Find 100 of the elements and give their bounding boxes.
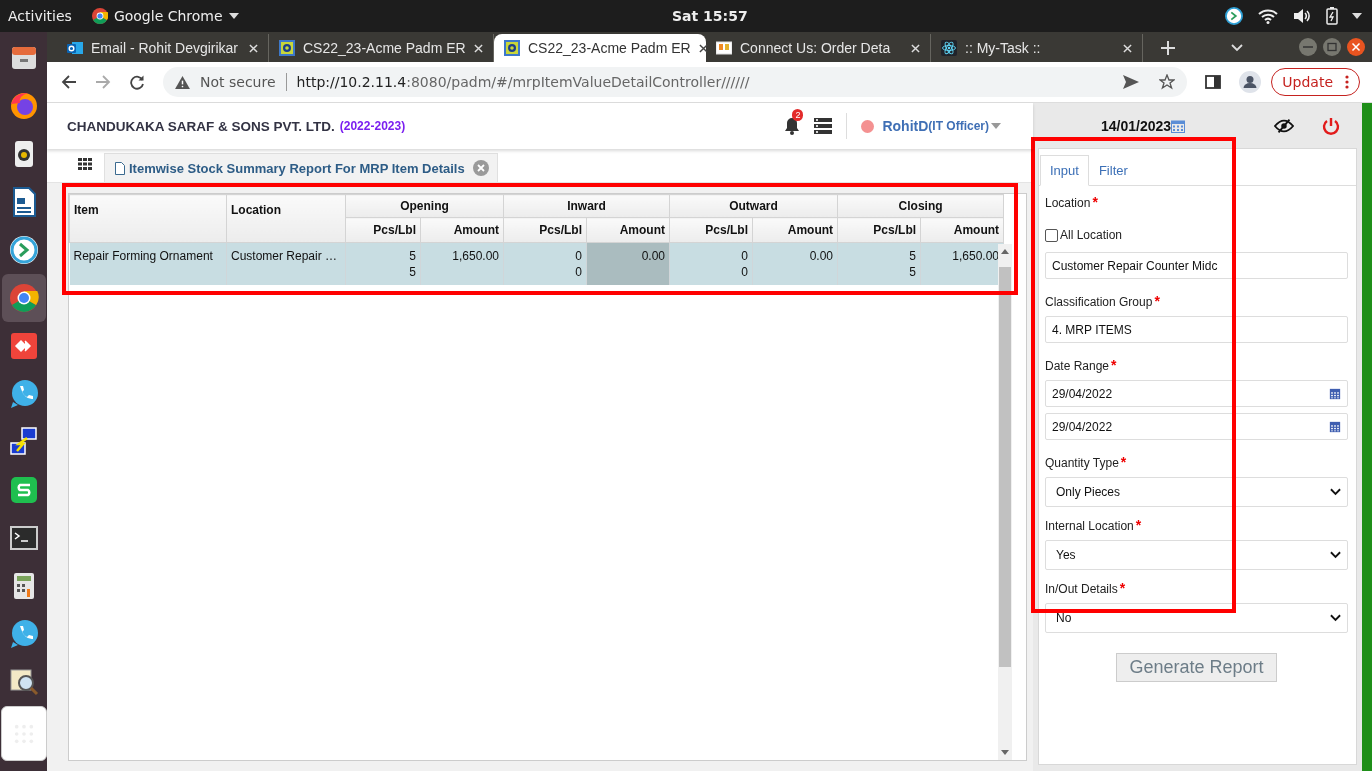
table-cell: 1,650.00	[420, 242, 504, 285]
url-text: http://10.2.11.4:8080/padm/#/mrpItemValueDetailController//////	[296, 74, 751, 90]
table-cell: 0.00	[586, 242, 670, 285]
checkbox[interactable]	[1045, 228, 1058, 242]
minimize-icon[interactable]	[1298, 37, 1318, 57]
battery-icon[interactable]	[1326, 7, 1338, 25]
table-cell: 5 5	[345, 242, 421, 285]
field-label: Classification Group	[1045, 295, 1153, 309]
gear-icon	[504, 40, 520, 56]
generate-report-button[interactable]: Generate Report	[1116, 653, 1277, 682]
column-header[interactable]: Pcs/Lbl	[669, 217, 753, 243]
column-header[interactable]: Pcs/Lbl	[837, 217, 921, 243]
required-mark: *	[1119, 580, 1126, 596]
column-group-header: Opening	[345, 194, 504, 218]
app-menu[interactable]: Google Chrome	[91, 8, 239, 24]
input-field[interactable]: Customer Repair Counter Midc	[1045, 252, 1348, 279]
calendar-icon	[1329, 387, 1341, 400]
star-icon[interactable]	[1159, 74, 1176, 90]
checkbox-label[interactable]: All Location	[1060, 228, 1123, 242]
form-tab[interactable]: Filter	[1088, 155, 1138, 186]
caret-icon	[991, 123, 1001, 129]
input-field[interactable]: 4. MRP ITEMS	[1045, 316, 1348, 343]
profile-icon[interactable]	[1239, 71, 1262, 93]
required-mark: *	[1154, 293, 1160, 309]
volume-icon[interactable]	[1292, 7, 1312, 25]
notification-badge: 2	[792, 109, 804, 121]
network-icon[interactable]	[7, 426, 40, 458]
column-header[interactable]: Location	[226, 194, 346, 243]
atom-icon	[941, 40, 957, 56]
column-group-header: Inward	[503, 194, 670, 218]
power-icon[interactable]	[1322, 116, 1340, 135]
dropdown[interactable]: No	[1045, 603, 1348, 633]
mail-icon	[67, 40, 83, 56]
clock[interactable]: Sat 15:57	[672, 8, 748, 24]
required-mark: *	[1135, 517, 1142, 533]
chevron-down-icon	[1330, 551, 1341, 559]
form-tab[interactable]: Input	[1040, 155, 1089, 186]
table-cell: 0 0	[503, 242, 587, 285]
column-header[interactable]: Amount	[920, 217, 1004, 243]
send-icon[interactable]	[1123, 74, 1140, 90]
more-icon	[1345, 75, 1349, 89]
update-button[interactable]: Update	[1271, 68, 1360, 96]
close-icon[interactable]	[1346, 37, 1366, 57]
scroll-down-icon[interactable]	[1001, 750, 1009, 755]
column-header[interactable]: Item	[69, 194, 227, 243]
side-panel-icon[interactable]	[1205, 74, 1222, 90]
table-cell: 5 5	[837, 242, 921, 285]
current-date: 14/01/2023	[1101, 117, 1172, 134]
new-tab-icon[interactable]	[1161, 41, 1175, 55]
table-cell: 0 0	[669, 242, 753, 285]
table-cell: Customer Repair …	[226, 242, 346, 285]
financial-year: (2022-2023)	[339, 119, 406, 133]
scrollbar[interactable]	[998, 244, 1012, 760]
wifi-icon[interactable]	[1258, 7, 1278, 25]
close-icon[interactable]	[698, 43, 708, 53]
chevron-down-icon	[1330, 488, 1341, 496]
dropdown[interactable]: Only Pieces	[1045, 477, 1348, 507]
column-group-header: Outward	[669, 194, 838, 218]
remote-desktop-icon[interactable]	[7, 234, 40, 266]
back-icon[interactable]	[61, 74, 77, 90]
document-icon	[115, 161, 125, 175]
field-label: Internal Location	[1045, 519, 1134, 533]
required-mark: *	[1120, 454, 1127, 470]
reload-icon[interactable]	[129, 74, 145, 90]
browser-tab[interactable]: CS22_23-Acme Padm ER	[494, 34, 706, 62]
activities-button[interactable]: Activities	[8, 8, 72, 24]
field-label: In/Out Details	[1045, 582, 1118, 596]
field-label: Quantity Type	[1045, 456, 1119, 470]
column-header[interactable]: Amount	[586, 217, 670, 243]
table-cell: 0.00	[752, 242, 838, 285]
column-header[interactable]: Pcs/Lbl	[503, 217, 587, 243]
user-menu[interactable]: RohitD(IT Officer)	[882, 118, 1001, 134]
calendar-icon[interactable]	[1171, 118, 1186, 133]
server-icon[interactable]	[814, 118, 833, 134]
warning-icon	[175, 75, 190, 89]
scroll-up-icon[interactable]	[1001, 249, 1009, 254]
required-mark: *	[1092, 194, 1098, 210]
dropdown-icon[interactable]	[1352, 13, 1362, 19]
company-name: CHANDUKAKA SARAF & SONS PVT. LTD.	[67, 118, 335, 134]
dropdown-icon	[228, 13, 239, 19]
field-label: Location	[1045, 196, 1091, 210]
column-header[interactable]: Amount	[420, 217, 504, 243]
gear-icon	[279, 40, 295, 56]
date-field[interactable]: 29/04/2022	[1045, 380, 1348, 407]
image-viewer-icon[interactable]	[7, 666, 40, 698]
date-field[interactable]: 29/04/2022	[1045, 413, 1348, 440]
security-label: Not secure	[200, 74, 276, 90]
status-dot	[861, 119, 875, 133]
browser-icon[interactable]	[7, 282, 40, 314]
dropdown[interactable]: Yes	[1045, 540, 1348, 570]
grid-menu-icon[interactable]	[78, 158, 92, 170]
chevron-down-icon	[1330, 614, 1341, 622]
address-bar[interactable]: Not secure http://10.2.11.4:8080/padm/#/mrpItemValueDetailController//////	[163, 67, 1188, 97]
hidden-eye-icon[interactable]	[1274, 117, 1294, 134]
field-label: Date Range	[1045, 359, 1110, 373]
remote-desktop-icon[interactable]	[1224, 7, 1244, 25]
bell-icon[interactable]	[784, 117, 801, 135]
column-header[interactable]: Amount	[752, 217, 838, 243]
report-tab[interactable]: Itemwise Stock Summary Report For MRP Item Details	[104, 153, 498, 182]
chevron-down-icon[interactable]	[1231, 44, 1243, 52]
